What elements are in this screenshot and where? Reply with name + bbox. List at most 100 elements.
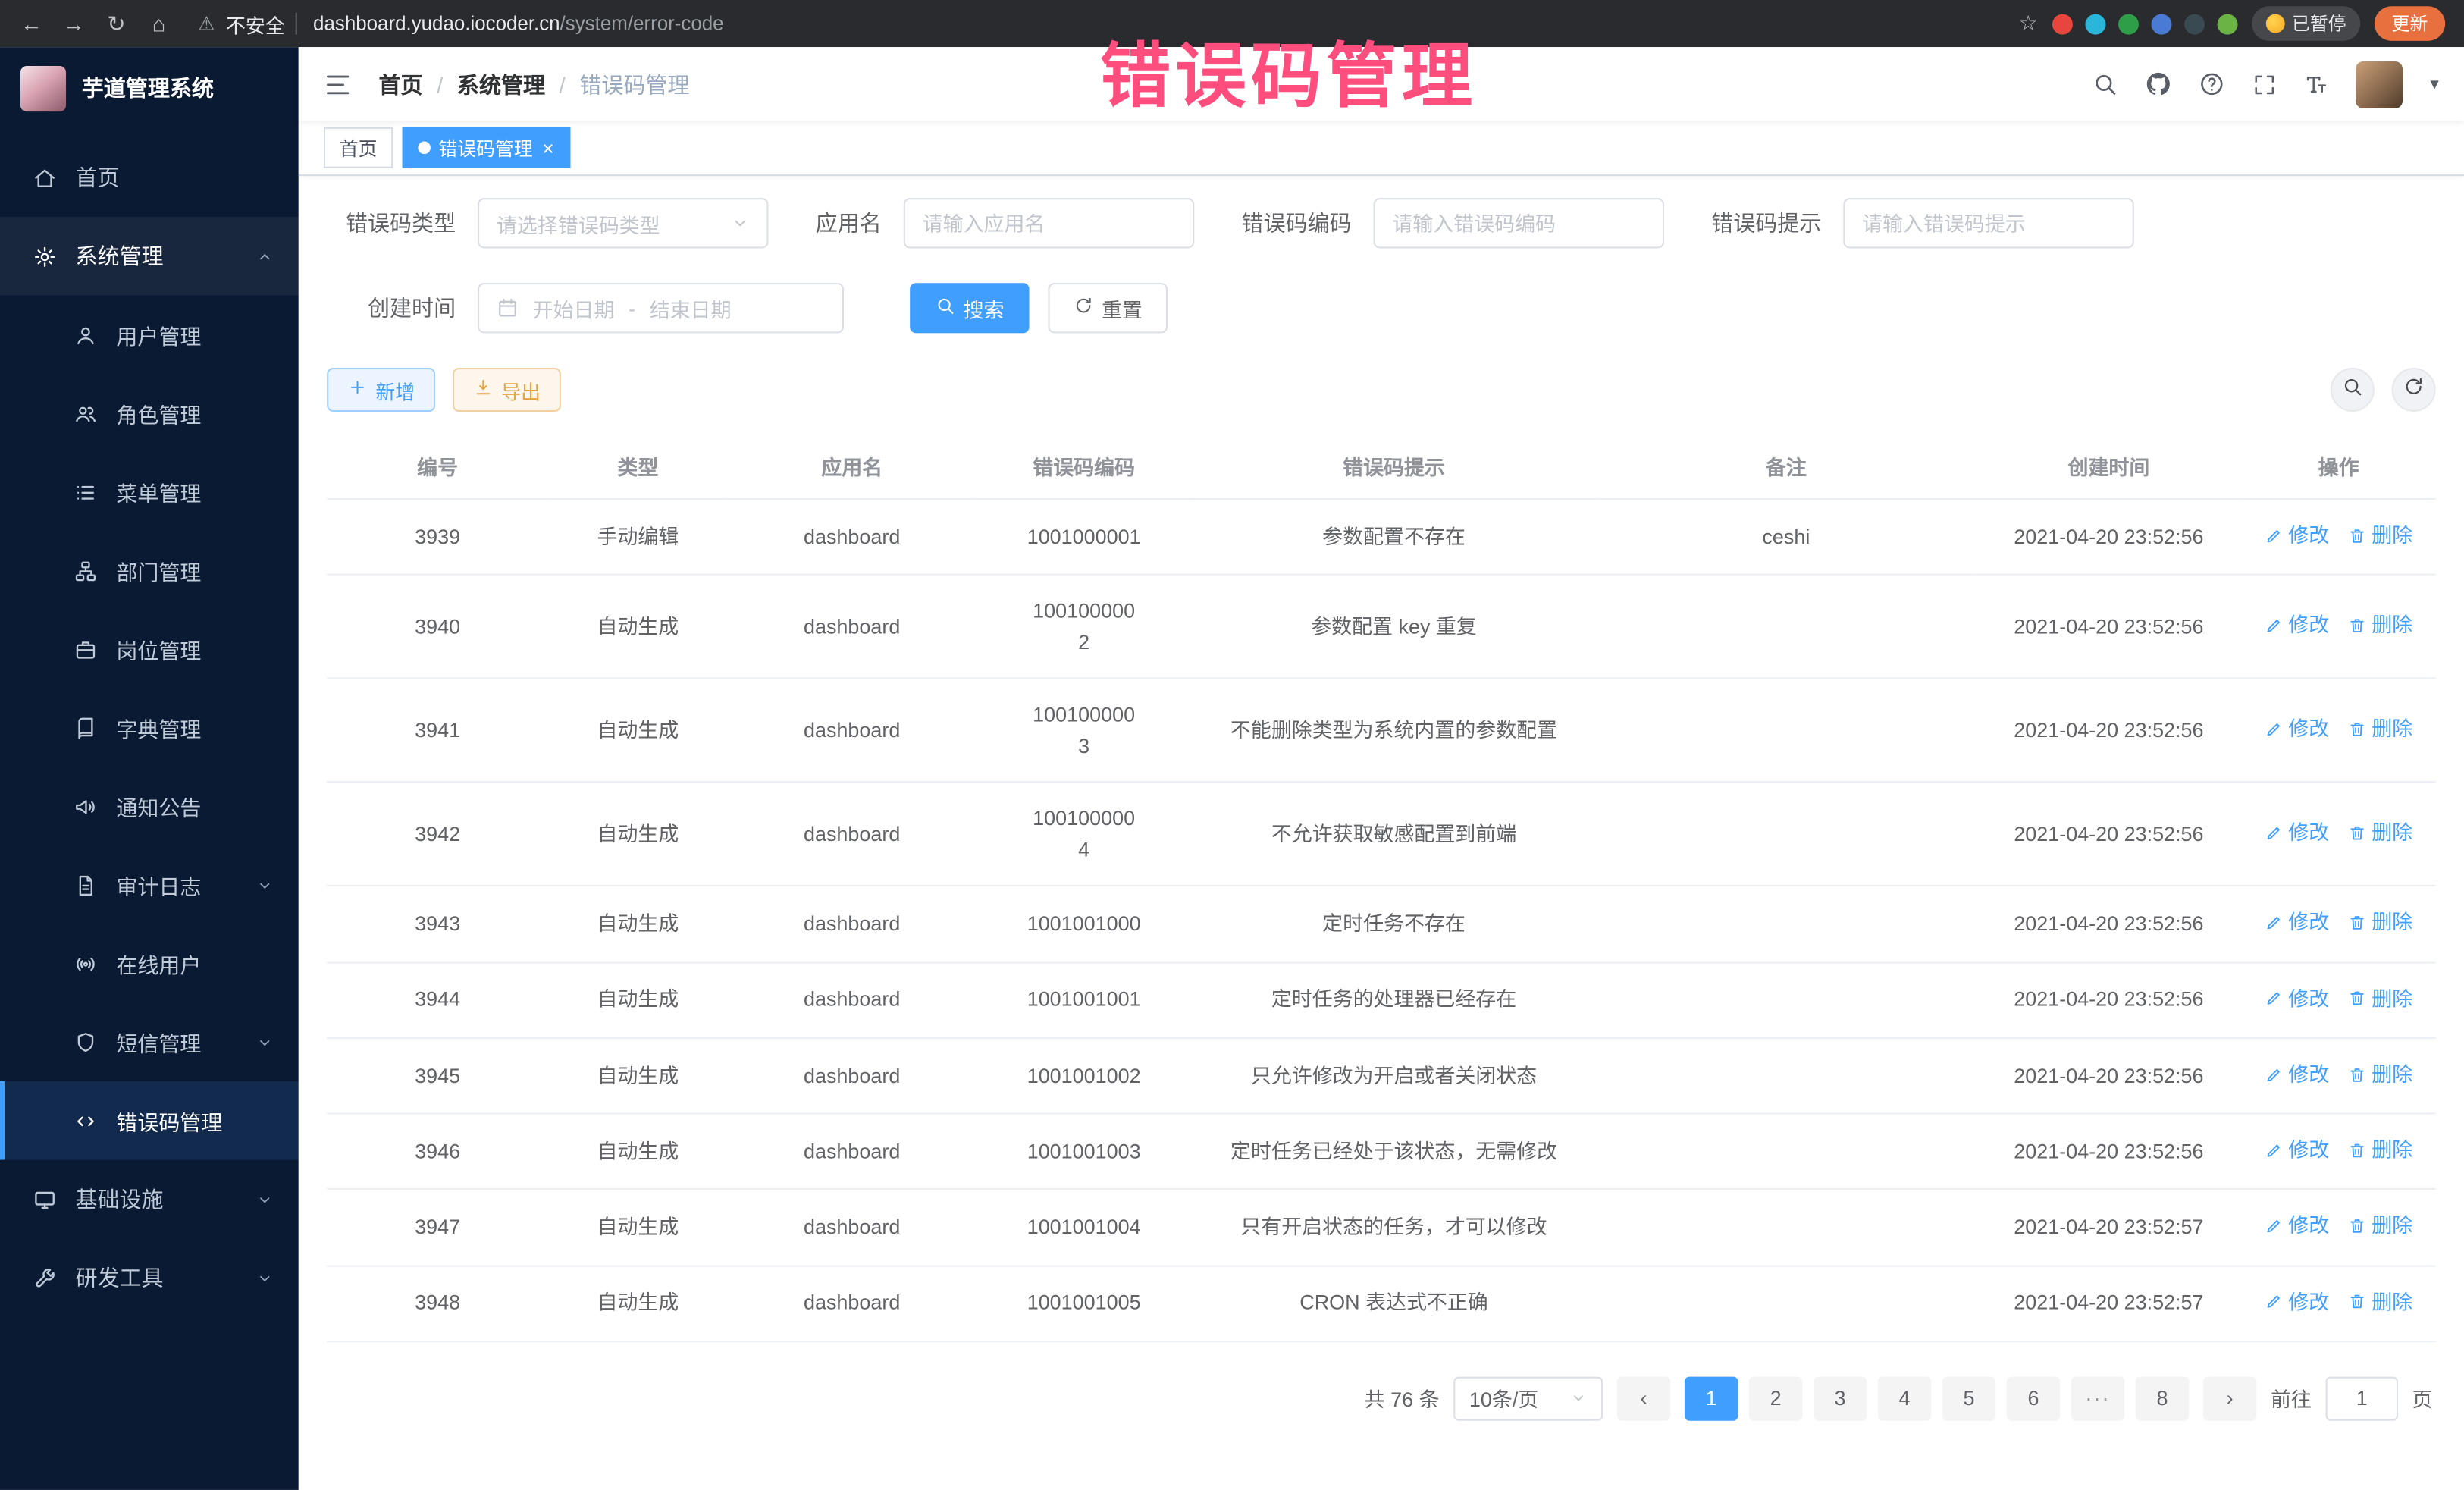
ext-cyan-icon[interactable] [2084,14,2105,34]
wrench-icon [31,1264,58,1291]
cell-type: 自动生成 [548,1038,727,1114]
cell-code: 100100000 4 [977,783,1192,886]
edit-link[interactable]: 修改 [2265,1059,2329,1089]
sidebar-item-dept[interactable]: 部门管理 [0,532,299,610]
close-icon[interactable]: × [542,137,554,158]
sidebar-item-label: 研发工具 [75,1262,255,1293]
delete-link[interactable]: 删除 [2348,610,2412,640]
error-code-input[interactable] [1374,198,1664,248]
cell-app: dashboard [728,1038,977,1114]
toggle-search-button[interactable] [2331,368,2375,412]
search-icon[interactable] [2093,71,2119,97]
error-type-select[interactable]: 请选择错误码类型 [478,198,768,248]
page-button-2[interactable]: 2 [1749,1376,1802,1420]
page-button-1[interactable]: 1 [1685,1376,1738,1420]
app-name-input[interactable] [904,198,1194,248]
ext-red-icon[interactable] [2052,14,2072,34]
sidebar-item-home[interactable]: 首页 [0,138,299,217]
sidebar-item-dict[interactable]: 字典管理 [0,689,299,767]
tab-label: 首页 [340,134,378,161]
cell-actions: 修改删除 [2242,1190,2436,1266]
sidebar-item-role[interactable]: 角色管理 [0,374,299,453]
user-avatar[interactable] [2356,61,2403,108]
page-button-3[interactable]: 3 [1814,1376,1867,1420]
next-page-button[interactable]: › [2203,1376,2256,1420]
sidebar-item-notice[interactable]: 通知公告 [0,767,299,845]
ext-leaf-icon[interactable] [2217,14,2237,34]
sidebar-logo[interactable]: 芋道管理系统 [0,47,299,129]
ext-green-icon[interactable] [2118,14,2138,34]
edit-link[interactable]: 修改 [2265,983,2329,1013]
sidebar-item-infra[interactable]: 基础设施 [0,1160,299,1239]
sidebar-item-online-user[interactable]: 在线用户 [0,924,299,1003]
page-button-5[interactable]: 5 [1942,1376,1995,1420]
ext-blue-icon[interactable] [2150,14,2171,34]
delete-link[interactable]: 删除 [2348,983,2412,1013]
error-hint-input[interactable] [1843,198,2133,248]
edit-link[interactable]: 修改 [2265,520,2329,551]
page-button-4[interactable]: 4 [1878,1376,1931,1420]
edit-link[interactable]: 修改 [2265,817,2329,848]
view-tab-0[interactable]: 首页 [324,127,393,168]
page-button-8[interactable]: 8 [2136,1376,2189,1420]
edit-icon [2265,913,2284,932]
url-host: dashboard.yudao.iocoder.cn [313,13,560,35]
edit-link[interactable]: 修改 [2265,1210,2329,1241]
sidebar-item-audit-log[interactable]: 审计日志 [0,845,299,924]
sidebar-item-error-code[interactable]: 错误码管理 [0,1081,299,1160]
breadcrumb-item[interactable]: 系统管理 [457,68,545,99]
cell-type: 自动生成 [548,886,727,961]
delete-link[interactable]: 删除 [2348,1134,2412,1165]
sidebar-item-dev-tools[interactable]: 研发工具 [0,1238,299,1317]
cell-actions: 修改删除 [2242,1038,2436,1114]
chrome-update-button[interactable]: 更新 [2375,6,2445,41]
main-area: 首页/系统管理/错误码管理 ▾ 首页错误码管理× 错误码类型 [299,47,2464,1490]
delete-link[interactable]: 删除 [2348,1287,2412,1317]
refresh-table-button[interactable] [2392,368,2436,412]
fontsize-icon[interactable] [2305,71,2330,96]
edit-link[interactable]: 修改 [2265,714,2329,744]
edit-link[interactable]: 修改 [2265,907,2329,937]
edit-link[interactable]: 修改 [2265,1134,2329,1165]
hamburger-icon[interactable] [324,70,352,98]
edit-link[interactable]: 修改 [2265,610,2329,640]
caret-down-icon[interactable]: ▾ [2430,74,2438,94]
bookmark-star-icon[interactable]: ☆ [2019,11,2037,36]
sidebar-item-user[interactable]: 用户管理 [0,296,299,375]
add-button[interactable]: 新增 [327,368,435,412]
sidebar-item-sms[interactable]: 短信管理 [0,1002,299,1081]
reset-button[interactable]: 重置 [1049,283,1168,333]
page-ellipsis[interactable]: ··· [2071,1376,2124,1420]
sidebar-item-post[interactable]: 岗位管理 [0,610,299,689]
search-button[interactable]: 搜索 [910,283,1030,333]
delete-link[interactable]: 删除 [2348,1210,2412,1241]
edit-link[interactable]: 修改 [2265,1287,2329,1317]
delete-link[interactable]: 删除 [2348,520,2412,551]
view-tab-1[interactable]: 错误码管理× [403,127,570,168]
sidebar-item-system[interactable]: 系统管理 [0,217,299,296]
export-button[interactable]: 导出 [453,368,561,412]
github-icon[interactable] [2146,71,2172,97]
breadcrumb-item[interactable]: 首页 [379,68,423,99]
page-button-6[interactable]: 6 [2007,1376,2060,1420]
fullscreen-icon[interactable] [2252,71,2277,96]
megaphone-icon [72,793,99,820]
cell-hint: 定时任务不存在 [1191,886,1596,961]
back-icon[interactable]: ← [19,11,44,36]
profile-paused-badge[interactable]: 已暂停 [2251,6,2360,41]
delete-link[interactable]: 删除 [2348,907,2412,937]
page-size-select[interactable]: 10条/页 [1453,1376,1603,1420]
sidebar-item-menu[interactable]: 菜单管理 [0,453,299,532]
delete-link[interactable]: 删除 [2348,817,2412,848]
ext-dark-icon[interactable] [2183,14,2204,34]
goto-page-input[interactable] [2326,1376,2398,1420]
prev-page-button[interactable]: ‹ [1617,1376,1670,1420]
question-icon[interactable] [2199,71,2226,97]
browser-home-icon[interactable]: ⌂ [146,11,171,36]
address-bar[interactable]: ⚠ 不安全 dashboard.yudao.iocoder.cn/system/… [198,8,723,38]
reload-icon[interactable]: ↻ [104,10,129,36]
delete-link[interactable]: 删除 [2348,714,2412,744]
create-time-range[interactable]: 开始日期 - 结束日期 [478,283,844,333]
forward-icon[interactable]: → [61,11,86,36]
delete-link[interactable]: 删除 [2348,1059,2412,1089]
